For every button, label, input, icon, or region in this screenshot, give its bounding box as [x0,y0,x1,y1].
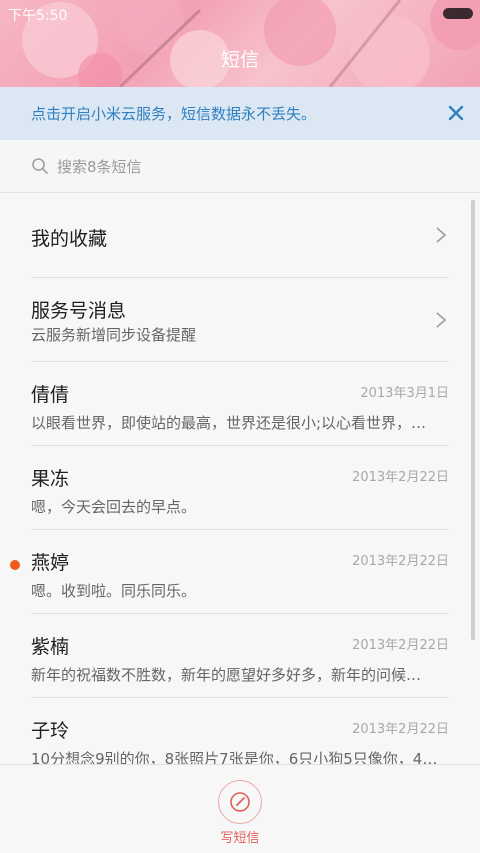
header: 下午5:50 短信 [0,0,480,87]
list-item[interactable]: 紫楠 2013年2月22日 新年的祝福数不胜数，新年的愿望好多好多，新年的问候… [31,614,449,698]
message-preview: 新年的祝福数不胜数，新年的愿望好多好多，新年的问候… [31,666,422,684]
message-preview: 嗯，今天会回去的早点。 [31,498,197,516]
chevron-right-icon [436,312,447,328]
cloud-service-banner[interactable]: 点击开启小米云服务，短信数据永不丢失。 [0,87,480,140]
message-preview: 10分想念9别的你，8张照片7张是你，6只小狗5只像你，4… [31,750,438,764]
close-icon[interactable] [446,103,466,123]
search-input[interactable]: 搜索8条短信 [0,140,480,193]
list-item[interactable]: 子玲 2013年2月22日 10分想念9别的你，8张照片7张是你，6只小狗5只像… [31,698,449,764]
message-preview: 以眼看世界，即使站的最高，世界还是很小;以心看世界，… [31,414,427,432]
list-item[interactable]: 果冻 2013年2月22日 嗯，今天会回去的早点。 [31,446,449,530]
conversation-list[interactable]: 我的收藏 服务号消息 云服务新增同步设备提醒 倩倩 2013年3月1日 以眼看世… [0,194,480,764]
banner-text[interactable]: 点击开启小米云服务，短信数据永不丢失。 [31,103,316,124]
status-time: 下午5:50 [8,8,68,24]
battery-icon [443,8,473,19]
message-date: 2013年2月22日 [352,554,449,569]
contact-name: 果冻 [31,468,70,490]
list-item[interactable]: 燕婷 2013年2月22日 嗯。收到啦。同乐同乐。 [10,530,449,614]
search-icon [32,158,48,174]
message-preview: 嗯。收到啦。同乐同乐。 [31,582,197,600]
blossom-background [22,0,480,87]
chevron-right-icon [436,227,447,243]
compose-label[interactable]: 写短信 [0,827,480,846]
page-title: 短信 [220,49,259,71]
scrollbar[interactable] [471,200,475,640]
message-date: 2013年2月22日 [352,638,449,653]
unread-indicator [10,560,20,570]
bottom-bar: 写短信 [0,764,480,853]
contact-name: 燕婷 [31,552,70,574]
list-item[interactable]: 倩倩 2013年3月1日 以眼看世界，即使站的最高，世界还是很小;以心看世界，… [31,362,449,446]
contact-name: 子玲 [31,720,70,742]
list-item-name: 服务号消息 [31,300,127,322]
list-item-subtitle: 云服务新增同步设备提醒 [31,326,197,344]
message-date: 2013年2月22日 [352,722,449,737]
message-date: 2013年3月1日 [360,386,449,401]
contact-name: 紫楠 [31,636,70,658]
compose-icon [230,792,250,812]
list-item-favorites[interactable]: 我的收藏 [31,194,449,278]
list-item-service-messages[interactable]: 服务号消息 云服务新增同步设备提醒 [31,278,449,362]
contact-name: 倩倩 [31,384,70,406]
search-placeholder: 搜索8条短信 [57,157,142,176]
list-item-name: 我的收藏 [31,228,108,250]
compose-button[interactable] [218,780,262,824]
message-date: 2013年2月22日 [352,470,449,485]
